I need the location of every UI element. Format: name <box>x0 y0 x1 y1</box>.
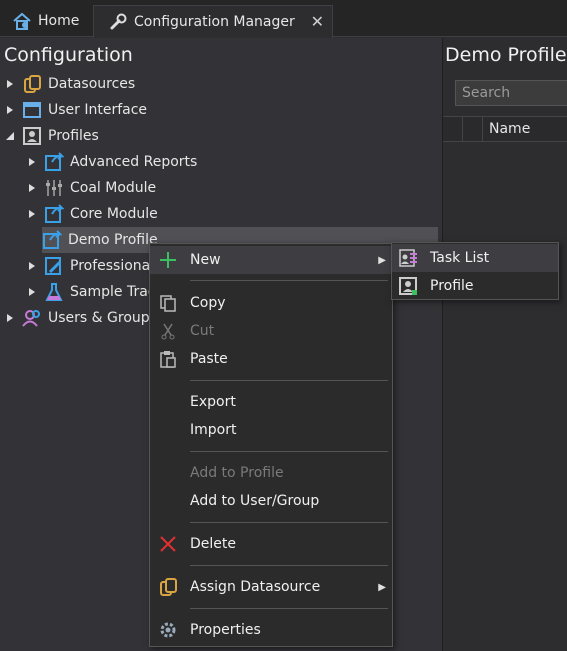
tree-item-advanced-reports[interactable]: Advanced Reports <box>26 149 197 175</box>
tree-item-label: User Interface <box>48 102 148 118</box>
menu-item-import[interactable]: Import <box>150 416 392 444</box>
menu-separator <box>190 280 388 281</box>
tree-item-profiles[interactable]: Profiles <box>4 123 99 149</box>
menu-item-label: Import <box>190 422 237 438</box>
menu-item-label: Delete <box>190 536 236 552</box>
menu-item-label: Add to Profile <box>190 465 284 481</box>
scissors-icon <box>158 321 178 341</box>
tree-item-label: Datasources <box>48 76 136 92</box>
expand-arrow-icon[interactable] <box>26 175 38 201</box>
menu-item-label: Properties <box>190 622 261 638</box>
expand-arrow-icon[interactable] <box>26 279 38 305</box>
window-icon <box>22 100 42 120</box>
menu-item-assign-datasource[interactable]: Assign Datasource ▶ <box>150 573 392 601</box>
tab-home-label: Home <box>38 12 80 29</box>
tree-item-label: Coal Module <box>70 180 157 196</box>
delete-icon <box>158 534 178 554</box>
panel-title: Configuration <box>4 44 133 66</box>
tree-item-coal-module[interactable]: Coal Module <box>26 175 156 201</box>
context-menu: New ▶ Copy Cut Paste Export Import Add t… <box>149 243 393 647</box>
menu-item-paste[interactable]: Paste <box>150 345 392 373</box>
profile-share-icon <box>44 152 64 172</box>
menu-item-add-to-profile[interactable]: Add to Profile <box>150 459 392 487</box>
menu-item-add-to-user-group[interactable]: Add to User/Group <box>150 487 392 515</box>
column-header-name[interactable]: Name <box>489 121 530 137</box>
expand-arrow-icon[interactable] <box>26 253 38 279</box>
submenu-item-label: Task List <box>430 250 490 266</box>
tree-item-core-module[interactable]: Core Module <box>26 201 158 227</box>
tree-item-label: Professional <box>70 258 155 274</box>
tab-configuration-manager-label: Configuration Manager <box>134 14 295 30</box>
tree-item-label: Advanced Reports <box>70 154 198 170</box>
menu-item-new[interactable]: New ▶ <box>150 246 392 274</box>
tree-item-professional[interactable]: Professional <box>26 253 154 279</box>
tab-configuration-manager[interactable]: Configuration Manager ✕ <box>93 5 333 38</box>
tree-item-label: Demo Profile <box>68 232 158 248</box>
tree-item-sample-tracking[interactable]: Sample Trac <box>26 279 155 305</box>
detail-panel-title: Demo Profile <box>445 44 567 66</box>
expand-arrow-icon[interactable] <box>4 71 16 97</box>
menu-separator <box>190 522 388 523</box>
users-icon <box>22 308 42 328</box>
menu-item-label: Assign Datasource <box>190 579 321 595</box>
expand-arrow-icon[interactable] <box>4 305 16 331</box>
menu-item-properties[interactable]: Properties <box>150 616 392 644</box>
menu-separator <box>190 608 388 609</box>
wrench-icon <box>108 12 128 32</box>
menu-item-label: Cut <box>190 323 215 339</box>
menu-item-label: New <box>190 252 221 268</box>
plus-icon <box>158 250 178 270</box>
tree-item-label: Core Module <box>70 206 158 222</box>
search-input[interactable]: Search <box>455 80 567 106</box>
expand-arrow-icon[interactable] <box>26 149 38 175</box>
submenu-arrow-icon: ▶ <box>378 254 386 266</box>
menu-item-copy[interactable]: Copy <box>150 289 392 317</box>
tree-item-datasources[interactable]: Datasources <box>4 71 135 97</box>
datasource-icon <box>158 577 178 597</box>
grid-header: Name <box>443 116 567 142</box>
profile-icon <box>22 126 42 146</box>
submenu-arrow-icon: ▶ <box>378 581 386 593</box>
menu-item-delete[interactable]: Delete <box>150 530 392 558</box>
tab-bar: Home Configuration Manager ✕ <box>0 0 567 38</box>
menu-item-cut[interactable]: Cut <box>150 317 392 345</box>
profile-share-icon <box>42 230 62 250</box>
home-icon <box>12 11 32 31</box>
menu-item-label: Export <box>190 394 236 410</box>
copy-icon <box>158 293 178 313</box>
flask-icon <box>44 282 64 302</box>
tree-item-label: Users & Groups <box>48 310 157 326</box>
expand-arrow-icon[interactable] <box>4 97 16 123</box>
expand-arrow-icon[interactable] <box>26 201 38 227</box>
paste-icon <box>158 349 178 369</box>
tree-item-user-interface[interactable]: User Interface <box>4 97 147 123</box>
datasource-icon <box>22 74 42 94</box>
profile-share-icon <box>44 204 64 224</box>
submenu-item-profile[interactable]: Profile <box>392 272 558 300</box>
profile-icon <box>398 276 418 296</box>
grid-header-cell[interactable] <box>443 117 463 141</box>
detail-panel: Demo Profile Search Name <box>442 38 567 651</box>
profile-edit-icon <box>44 256 64 276</box>
menu-item-label: Add to User/Group <box>190 493 320 509</box>
close-icon[interactable]: ✕ <box>311 12 324 31</box>
tree-item-users-groups[interactable]: Users & Groups <box>4 305 157 331</box>
menu-item-label: Paste <box>190 351 228 367</box>
menu-separator <box>190 380 388 381</box>
submenu-new: Task List Profile <box>391 242 559 300</box>
submenu-item-label: Profile <box>430 278 474 294</box>
coal-icon <box>44 178 64 198</box>
tab-home[interactable]: Home <box>6 4 90 37</box>
grid-header-cell[interactable] <box>463 117 483 141</box>
collapse-arrow-icon[interactable] <box>4 123 16 149</box>
menu-separator <box>190 565 388 566</box>
tree-item-label: Profiles <box>48 128 99 144</box>
task-list-icon <box>398 248 418 268</box>
menu-item-label: Copy <box>190 295 226 311</box>
properties-gear-icon <box>158 620 178 640</box>
menu-separator <box>190 451 388 452</box>
tree-item-label: Sample Trac <box>70 284 156 300</box>
menu-item-export[interactable]: Export <box>150 388 392 416</box>
submenu-item-task-list[interactable]: Task List <box>392 244 558 272</box>
